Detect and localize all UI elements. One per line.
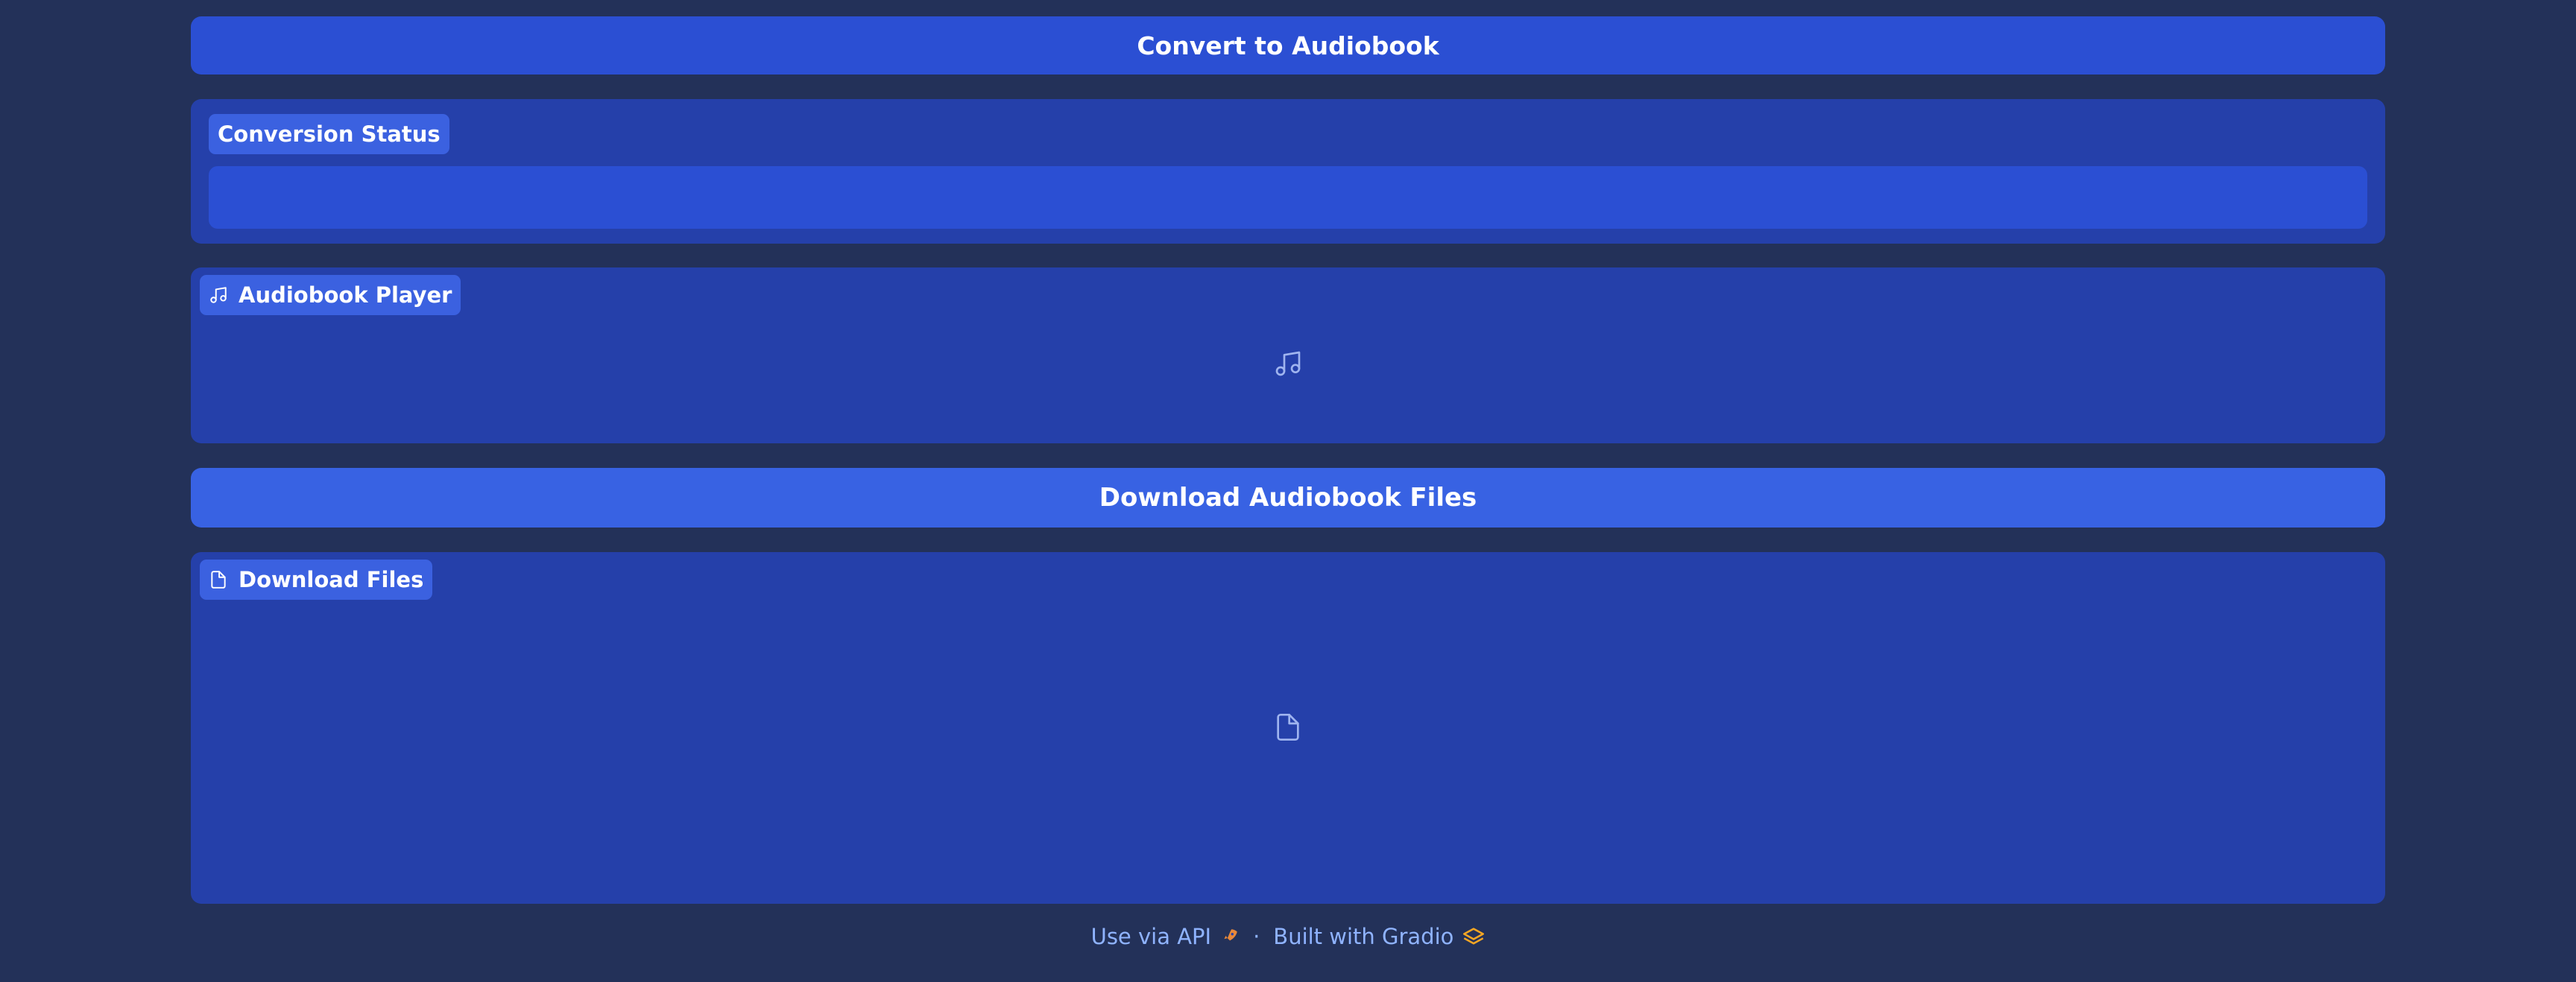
rocket-icon <box>1224 929 1237 941</box>
download-files-panel[interactable]: Download Files <box>191 552 2385 904</box>
conversion-status-label-text: Conversion Status <box>218 121 441 147</box>
file-icon <box>1277 714 1299 741</box>
footer-separator: · <box>1253 924 1260 949</box>
main-container: Convert to Audiobook Conversion Status A… <box>191 16 2385 904</box>
footer: Use via API · Built with Gradio <box>0 924 2576 949</box>
conversion-status-panel: Conversion Status <box>191 99 2385 244</box>
file-icon <box>211 571 226 589</box>
convert-to-audiobook-button[interactable]: Convert to Audiobook <box>191 16 2385 75</box>
conversion-status-label: Conversion Status <box>209 114 449 154</box>
use-via-api-text: Use via API <box>1090 924 1212 949</box>
audiobook-player-label-text: Audiobook Player <box>239 282 452 308</box>
gradio-logo-icon <box>1463 928 1485 945</box>
convert-button-label: Convert to Audiobook <box>1137 31 1439 60</box>
built-with-gradio-text: Built with Gradio <box>1273 924 1454 949</box>
download-files-label: Download Files <box>200 560 433 600</box>
use-via-api-link[interactable]: Use via API <box>1091 924 1240 949</box>
music-note-icon <box>1275 351 1301 376</box>
music-note-icon <box>210 287 227 303</box>
conversion-status-field[interactable] <box>209 166 2367 229</box>
download-files-label-text: Download Files <box>239 567 424 592</box>
download-button-label: Download Audiobook Files <box>1099 483 1477 513</box>
download-audiobook-files-button[interactable]: Download Audiobook Files <box>191 468 2385 528</box>
built-with-gradio-link[interactable]: Built with Gradio <box>1273 924 1485 949</box>
audiobook-player-label: Audiobook Player <box>200 275 461 315</box>
audiobook-player-panel: Audiobook Player <box>191 267 2385 443</box>
